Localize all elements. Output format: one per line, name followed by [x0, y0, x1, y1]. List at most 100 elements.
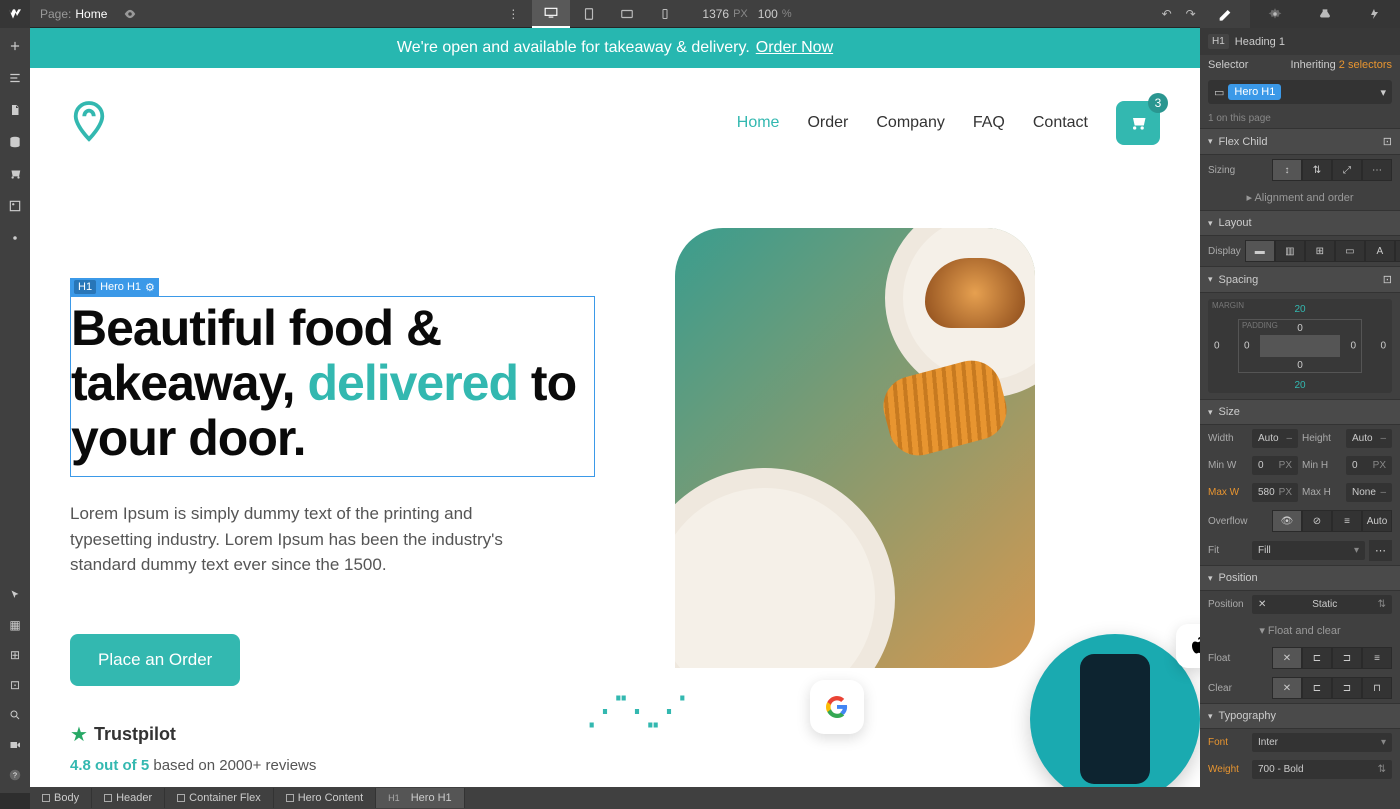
hero-paragraph[interactable]: Lorem Ipsum is simply dummy text of the …: [70, 501, 550, 578]
overflow-hidden[interactable]: ⊘: [1302, 510, 1332, 532]
svg-text:?: ?: [13, 772, 17, 779]
help-icon[interactable]: ?: [7, 767, 23, 783]
tool-select-icon[interactable]: [7, 587, 23, 603]
minh-input[interactable]: 0PX: [1346, 456, 1392, 475]
sizing-shrink[interactable]: ↕: [1272, 159, 1302, 181]
add-icon[interactable]: [7, 38, 23, 54]
nav-contact[interactable]: Contact: [1033, 114, 1088, 132]
clear-both[interactable]: ⊓: [1362, 677, 1392, 699]
weight-select[interactable]: 700 - Bold⇅: [1252, 760, 1392, 779]
device-tablet-landscape[interactable]: [608, 0, 646, 28]
section-size[interactable]: ▾Size: [1200, 399, 1400, 425]
height-input[interactable]: Auto–: [1346, 429, 1392, 448]
selector-input[interactable]: ▭ Hero H1 ▾: [1208, 80, 1392, 104]
sel-class: Hero H1: [100, 281, 141, 293]
display-block[interactable]: ▬: [1245, 240, 1275, 262]
section-typography[interactable]: ▾Typography: [1200, 703, 1400, 729]
fit-more[interactable]: ⋯: [1369, 540, 1392, 561]
device-tablet[interactable]: [570, 0, 608, 28]
chevron-down-icon[interactable]: ▾: [1380, 86, 1386, 99]
pages-icon[interactable]: [7, 102, 23, 118]
more-icon[interactable]: ⋮: [494, 0, 532, 28]
inheriting-link[interactable]: 2 selectors: [1339, 59, 1392, 71]
display-grid[interactable]: ⊞: [1305, 240, 1335, 262]
page-name[interactable]: Home: [75, 7, 107, 21]
crumb-hero-content[interactable]: Hero Content: [274, 788, 376, 808]
site-navbar: Home Order Company FAQ Contact 3: [30, 68, 1200, 178]
nav-order[interactable]: Order: [807, 114, 848, 132]
tool-d-icon[interactable]: ⊡: [7, 677, 23, 693]
video-icon[interactable]: [7, 737, 23, 753]
tool-b-icon[interactable]: ▦: [7, 617, 23, 633]
overflow-visible[interactable]: 👁: [1272, 510, 1302, 532]
cart-button[interactable]: 3: [1116, 101, 1160, 145]
selected-element-outline[interactable]: Beautiful food & takeaway, delivered to …: [70, 296, 595, 477]
float-none[interactable]: ✕: [1272, 647, 1302, 669]
width-input[interactable]: Auto–: [1252, 429, 1298, 448]
tab-style-manager[interactable]: [1300, 0, 1350, 28]
position-select[interactable]: ✕ Static⇅: [1252, 595, 1392, 614]
float-left[interactable]: ⊏: [1302, 647, 1332, 669]
navigator-icon[interactable]: [7, 70, 23, 86]
section-layout[interactable]: ▾Layout: [1200, 210, 1400, 236]
section-spacing[interactable]: ▾Spacing⊡: [1200, 266, 1400, 293]
search-icon[interactable]: [7, 707, 23, 723]
webflow-logo[interactable]: [0, 0, 30, 28]
overflow-scroll[interactable]: ≡: [1332, 510, 1362, 532]
banner-link[interactable]: Order Now: [756, 39, 833, 57]
gear-icon[interactable]: ⚙: [145, 281, 155, 294]
font-select[interactable]: Inter▾: [1252, 733, 1392, 752]
hero-heading[interactable]: Beautiful food & takeaway, delivered to …: [71, 301, 584, 466]
sizing-none[interactable]: ⤢: [1332, 159, 1362, 181]
crumb-header[interactable]: Header: [92, 788, 165, 808]
canvas[interactable]: We're open and available for takeaway & …: [30, 28, 1200, 787]
display-inline-block[interactable]: ▭: [1335, 240, 1365, 262]
section-position[interactable]: ▾Position: [1200, 565, 1400, 591]
canvas-width[interactable]: 1376: [702, 7, 729, 21]
expand-icon[interactable]: ⊡: [1383, 273, 1392, 286]
clear-left[interactable]: ⊏: [1302, 677, 1332, 699]
clear-right[interactable]: ⊐: [1332, 677, 1362, 699]
crumb-body[interactable]: Body: [30, 788, 92, 808]
cta-button[interactable]: Place an Order: [70, 634, 240, 686]
assets-icon[interactable]: [7, 198, 23, 214]
tab-style[interactable]: [1200, 0, 1250, 28]
settings-icon[interactable]: [7, 230, 23, 246]
class-tag[interactable]: Hero H1: [1228, 84, 1281, 100]
tab-interactions[interactable]: [1350, 0, 1400, 28]
crumb-container[interactable]: Container Flex: [165, 788, 274, 808]
display-none[interactable]: ⊘: [1395, 240, 1400, 262]
float-both[interactable]: ≡: [1362, 647, 1392, 669]
display-inline[interactable]: A: [1365, 240, 1395, 262]
maxw-input[interactable]: 580PX: [1252, 483, 1298, 502]
clear-none[interactable]: ✕: [1272, 677, 1302, 699]
ecommerce-icon[interactable]: [7, 166, 23, 182]
cms-icon[interactable]: [7, 134, 23, 150]
device-mobile[interactable]: [646, 0, 684, 28]
reset-icon[interactable]: ⊡: [1383, 135, 1392, 148]
nav-company[interactable]: Company: [876, 114, 944, 132]
float-clear-toggle[interactable]: ▾ Float and clear: [1200, 618, 1400, 643]
spacing-editor[interactable]: MARGIN 20 20 0 0 PADDING 0 0 0 0: [1208, 299, 1392, 393]
crumb-hero-h1[interactable]: H1 Hero H1: [376, 788, 465, 808]
device-desktop[interactable]: [532, 0, 570, 28]
section-flex-child[interactable]: ▾Flex Child⊡: [1200, 128, 1400, 155]
display-flex[interactable]: ▥: [1275, 240, 1305, 262]
tool-c-icon[interactable]: ⊞: [7, 647, 23, 663]
maxh-input[interactable]: None–: [1346, 483, 1392, 502]
brand-logo[interactable]: [70, 99, 110, 147]
minw-input[interactable]: 0PX: [1252, 456, 1298, 475]
tab-settings[interactable]: [1250, 0, 1300, 28]
float-right[interactable]: ⊐: [1332, 647, 1362, 669]
preview-icon[interactable]: [123, 7, 137, 21]
nav-faq[interactable]: FAQ: [973, 114, 1005, 132]
sizing-grow[interactable]: ⇅: [1302, 159, 1332, 181]
nav-home[interactable]: Home: [737, 114, 780, 132]
hero-image-area: ⋰⋱⋰: [635, 228, 1160, 774]
sizing-more[interactable]: ⋯: [1362, 159, 1392, 181]
selection-badge[interactable]: H1 Hero H1 ⚙: [70, 278, 159, 296]
alignment-order[interactable]: ▸ Alignment and order: [1200, 185, 1400, 210]
overflow-auto[interactable]: Auto: [1362, 510, 1392, 532]
fit-select[interactable]: Fill▾: [1252, 541, 1365, 560]
canvas-zoom[interactable]: 100: [758, 7, 778, 21]
